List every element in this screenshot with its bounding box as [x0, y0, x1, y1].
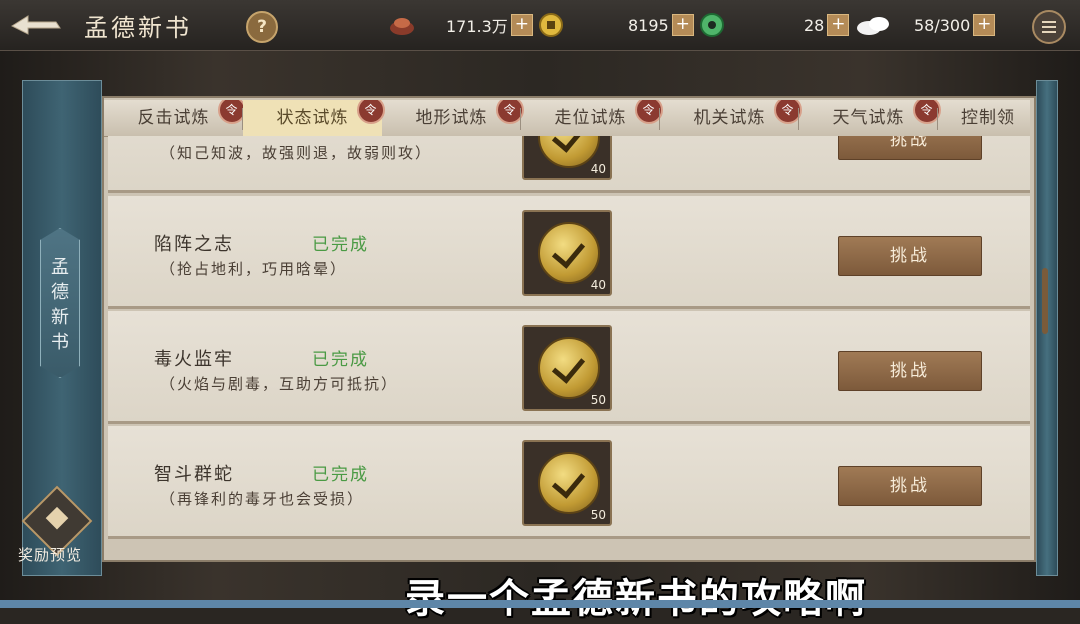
help-button[interactable]: ? [246, 11, 278, 43]
add-gold-button[interactable]: + [671, 14, 694, 36]
reward-count: 40 [590, 162, 606, 176]
list-item: （知己知波，故强则退，故弱则攻） 40 挑战 [108, 136, 1030, 193]
tab-weather-trial[interactable]: 天气试炼 令 [799, 100, 941, 136]
trial-description: （知己知波，故强则退，故弱则攻） [160, 144, 433, 162]
token-badge-icon: 令 [357, 100, 385, 124]
menu-icon-line [1042, 26, 1056, 28]
reward-count: 40 [590, 278, 606, 292]
tab-label: 地形试炼 [415, 108, 488, 128]
trial-tabs: 反击试炼 令 状态试炼 令 地形试炼 令 走位试炼 令 机关试炼 令 天气试炼 … [104, 100, 1030, 137]
tab-label: 天气试炼 [832, 108, 905, 128]
challenge-button[interactable]: 挑战 [838, 236, 982, 276]
tab-label: 机关试炼 [693, 108, 766, 128]
reward-preview-label[interactable]: 奖励预览 [18, 544, 82, 565]
list-item: 陷阵之志 已完成 （抢占地利，巧用晗晕） 40 挑战 [108, 196, 1030, 309]
silver-ingot-icon [390, 18, 414, 35]
list-item: 毒火监牢 已完成 （火焰与剧毒，互助方可抵抗） 50 挑战 [108, 311, 1030, 424]
add-silver-button[interactable]: + [510, 14, 533, 36]
add-stamina-button[interactable]: + [973, 14, 996, 36]
status-badge: 已完成 [312, 235, 369, 255]
resource-stamina: 58/300 + [914, 12, 996, 38]
back-arrow-icon[interactable] [6, 10, 62, 40]
tab-mechanism-trial[interactable]: 机关试炼 令 [660, 100, 802, 136]
trial-name: 毒火监牢 [154, 349, 234, 370]
add-jade-button[interactable]: + [827, 14, 850, 36]
status-badge: 已完成 [312, 350, 369, 370]
coin-reward-icon [538, 222, 600, 284]
tab-label: 反击试炼 [137, 108, 210, 128]
stamina-value: 58/300 [914, 15, 971, 35]
tab-terrain-trial[interactable]: 地形试炼 令 [382, 100, 524, 136]
trial-description: （火焰与剧毒，互助方可抵抗） [160, 375, 399, 393]
tab-status-trial[interactable]: 状态试炼 令 [243, 100, 385, 136]
trial-list: （知己知波，故强则退，故弱则攻） 40 挑战 陷阵之志 已完成 （抢占地利，巧用… [108, 136, 1030, 556]
menu-icon [1042, 21, 1056, 23]
menu-icon-line [1042, 31, 1056, 33]
list-item: 智斗群蛇 已完成 （再锋利的毒牙也会受损） 50 挑战 [108, 426, 1030, 539]
gold-value: 8195 [628, 15, 669, 35]
challenge-button[interactable]: 挑战 [838, 466, 982, 506]
trial-name: 智斗群蛇 [154, 464, 234, 485]
tab-label: 控制领 [961, 108, 1015, 128]
challenge-button[interactable]: 挑战 [838, 136, 982, 160]
reward-count: 50 [590, 508, 606, 522]
tab-label: 走位试炼 [554, 108, 627, 128]
challenge-button[interactable]: 挑战 [838, 351, 982, 391]
jade-icon [699, 13, 724, 37]
status-badge: 已完成 [312, 465, 369, 485]
reward-slot[interactable]: 40 [522, 210, 612, 296]
tab-control-trial[interactable]: 控制领 [938, 100, 1030, 136]
reward-slot[interactable]: 50 [522, 325, 612, 411]
page-title: 孟德新书 [84, 14, 192, 42]
bottom-strip [0, 600, 1080, 608]
reward-count: 50 [590, 393, 606, 407]
sidebar-tab-mengde-xinshu[interactable]: 孟德新书 [40, 228, 80, 378]
coin-reward-icon [538, 452, 600, 514]
coin-reward-icon [538, 337, 600, 399]
reward-slot[interactable]: 50 [522, 440, 612, 526]
tab-positioning-trial[interactable]: 走位试炼 令 [521, 100, 663, 136]
silver-value: 171.3万 [446, 17, 508, 36]
resource-silver: 171.3万 + [388, 12, 565, 38]
tab-label: 状态试炼 [276, 108, 349, 128]
stamina-cloud-icon [857, 17, 890, 35]
trial-name: 陷阵之志 [154, 234, 234, 255]
reward-slot[interactable]: 40 [522, 136, 612, 180]
trial-description: （再锋利的毒牙也会受损） [160, 490, 365, 508]
resource-gold: 8195 + [628, 12, 726, 38]
video-subtitle: 录一个孟德新书的攻略啊 [405, 576, 867, 622]
tab-counter-trial[interactable]: 反击试炼 令 [104, 100, 246, 136]
menu-button[interactable] [1032, 10, 1066, 44]
list-scrollbar[interactable] [1042, 268, 1048, 334]
gold-coin-icon [538, 13, 563, 37]
top-bar: 孟德新书 ? 171.3万 + 8195 + 28 + 58/300 + [0, 0, 1080, 51]
resource-jade: 28 + [804, 12, 891, 38]
trial-description: （抢占地利，巧用晗晕） [160, 260, 348, 278]
sidebar-tab-label: 孟德新书 [51, 257, 69, 353]
jade-value: 28 [804, 15, 825, 35]
